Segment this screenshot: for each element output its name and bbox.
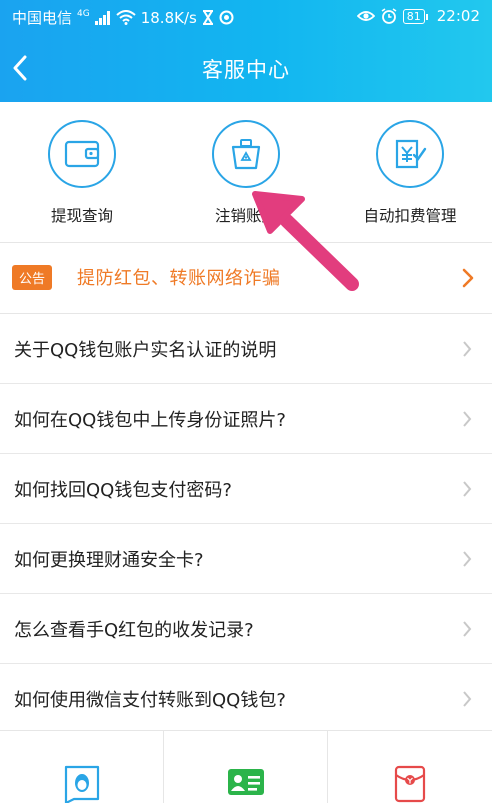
network-speed: 18.8K/s — [140, 8, 197, 27]
faq-item[interactable]: 如何更换理财通安全卡? — [0, 524, 492, 594]
red-envelope-button[interactable] — [328, 731, 491, 803]
header: 中国电信 4G 18.8K/s 81 22:02 客服中心 — [0, 0, 492, 102]
status-bar: 中国电信 4G 18.8K/s 81 22:02 — [0, 0, 492, 34]
chevron-right-icon — [463, 551, 472, 567]
faq-item-text: 怎么查看手Q红包的收发记录? — [14, 620, 254, 641]
carrier-name: 中国电信 — [12, 9, 73, 27]
chevron-right-icon — [463, 481, 472, 497]
alarm-icon — [381, 8, 397, 24]
faq-item-text: 如何使用微信支付转账到QQ钱包? — [14, 690, 286, 711]
faq-item-text: 如何更换理财通安全卡? — [14, 550, 204, 571]
notice-badge: 公告 — [12, 265, 53, 290]
faq-list: 关于QQ钱包账户实名认证的说明 如何在QQ钱包中上传身份证照片? 如何找回QQ钱… — [0, 314, 492, 734]
quick-actions: 提现查询 注销账户 自动扣费管理 — [0, 102, 492, 242]
close-account-label: 注销账户 — [214, 207, 277, 225]
red-envelope-icon — [394, 765, 425, 803]
eye-icon — [356, 11, 375, 21]
auto-deduction-management-label: 自动扣费管理 — [363, 207, 457, 225]
page-title: 客服中心 — [202, 58, 290, 82]
close-account-button[interactable]: 注销账户 — [164, 120, 328, 226]
identity-button[interactable] — [164, 731, 327, 803]
recycle-bin-icon — [231, 139, 261, 170]
network-badge: 4G — [77, 8, 90, 19]
contact-service-button[interactable] — [0, 731, 163, 803]
chevron-right-icon — [463, 411, 472, 427]
faq-item-text: 如何在QQ钱包中上传身份证照片? — [14, 410, 286, 431]
qq-contact-icon — [64, 765, 99, 803]
signal-icon — [94, 10, 110, 25]
bottom-bar — [0, 730, 492, 803]
chevron-right-icon — [462, 268, 474, 288]
wallet-icon — [64, 140, 100, 168]
id-card-icon — [227, 769, 264, 795]
wifi-icon — [116, 10, 136, 25]
faq-item[interactable]: 如何使用微信支付转账到QQ钱包? — [0, 664, 492, 734]
chevron-right-icon — [463, 691, 472, 707]
faq-item-text: 关于QQ钱包账户实名认证的说明 — [14, 340, 277, 361]
faq-item[interactable]: 如何找回QQ钱包支付密码? — [0, 454, 492, 524]
faq-item-text: 如何找回QQ钱包支付密码? — [14, 480, 232, 501]
sync-icon — [219, 10, 234, 25]
withdrawal-query-label: 提现查询 — [50, 207, 113, 225]
chevron-right-icon — [463, 341, 472, 357]
notice-text: 提防红包、转账网络诈骗 — [77, 268, 281, 289]
hourglass-icon — [202, 10, 213, 25]
notice-banner[interactable]: 公告 提防红包、转账网络诈骗 — [0, 243, 492, 313]
chevron-right-icon — [463, 621, 472, 637]
withdrawal-query-button[interactable]: 提现查询 — [0, 120, 164, 226]
auto-deduction-management-button[interactable]: 自动扣费管理 — [328, 120, 492, 226]
yuan-document-icon — [395, 139, 427, 169]
nav-bar: 客服中心 — [0, 36, 492, 100]
clock: 22:02 — [436, 7, 480, 25]
faq-item[interactable]: 怎么查看手Q红包的收发记录? — [0, 594, 492, 664]
battery-indicator: 81 — [402, 8, 428, 24]
faq-item[interactable]: 如何在QQ钱包中上传身份证照片? — [0, 384, 492, 454]
faq-item[interactable]: 关于QQ钱包账户实名认证的说明 — [0, 314, 492, 384]
